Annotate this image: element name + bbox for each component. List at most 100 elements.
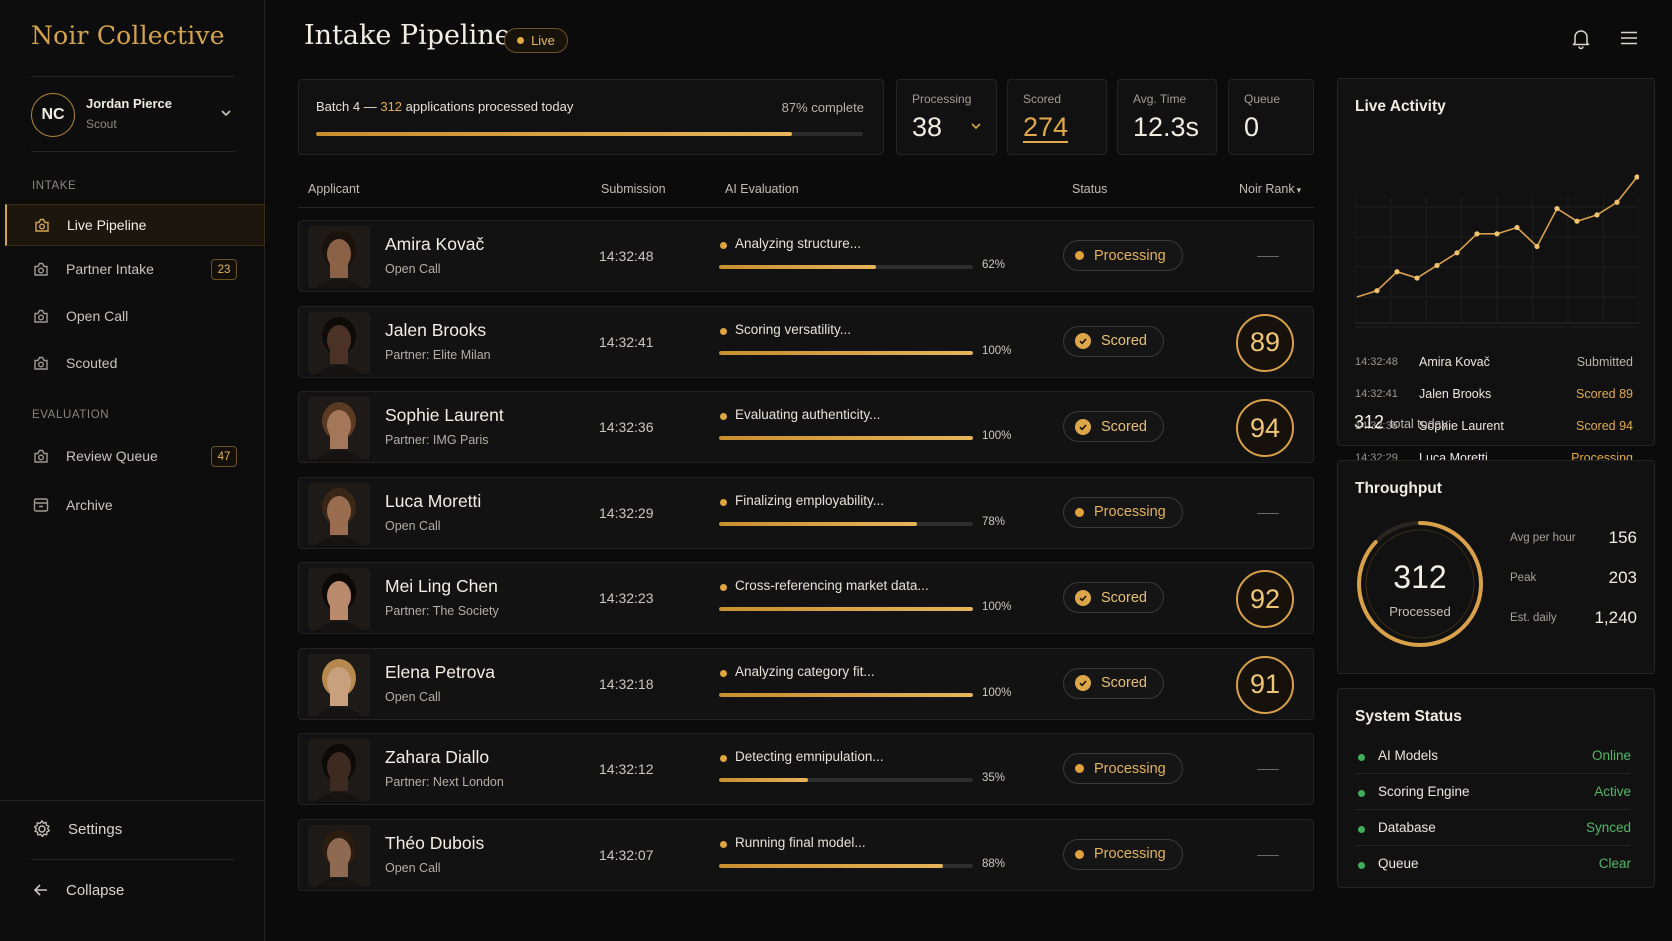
column-header-submission[interactable]: Submission — [601, 182, 666, 196]
batch-progress-fill — [316, 132, 792, 136]
activity-item[interactable]: 14:32:41 Jalen Brooks Scored 89 — [1355, 386, 1633, 406]
applicant-name: Jalen Brooks — [385, 319, 487, 340]
applicant-photo — [308, 482, 370, 545]
system-item-name: Scoring Engine — [1378, 784, 1470, 799]
table-row[interactable]: Zahara Diallo Partner: Next London 14:32:1… — [298, 733, 1314, 805]
status-badge: Scored — [1063, 411, 1164, 442]
divider — [31, 151, 235, 152]
column-header-noir-rank[interactable]: Noir Rank ▾ — [1239, 182, 1301, 196]
divider — [31, 76, 235, 77]
table-row[interactable]: Jalen Brooks Partner: Elite Milan 14:32:41… — [298, 305, 1314, 378]
settings-button[interactable]: Settings — [32, 812, 122, 846]
activity-item[interactable]: 14:32:36 Sophie Laurent Scored 94 — [1355, 418, 1633, 438]
status-badge: Processing — [1063, 496, 1183, 528]
eval-progress-fill — [719, 863, 943, 868]
status-dot-icon — [1358, 862, 1365, 869]
sidebar-item-partner-intake[interactable]: Partner Intake 23 — [5, 248, 265, 290]
throughput-stat-label: Avg per hour — [1510, 532, 1576, 544]
collapse-label: Collapse — [66, 881, 125, 899]
eval-percent: 100% — [982, 686, 1012, 699]
applicant-photo — [308, 397, 370, 459]
count-badge: 23 — [211, 259, 237, 280]
collapse-button[interactable]: Collapse — [32, 873, 124, 907]
stat-value: 12.3s — [1133, 112, 1200, 142]
sidebar-item-label: Live Pipeline — [67, 217, 147, 233]
menu-icon[interactable] — [1617, 26, 1641, 50]
eval-progress-fill — [719, 521, 918, 526]
sidebar-item-live-pipeline[interactable]: Live Pipeline — [5, 204, 265, 246]
noir-rank-score: 94 — [1236, 399, 1294, 457]
sparkline-point — [1454, 250, 1460, 256]
table-row[interactable]: Mei Ling Chen Partner: The Society 14:32:2… — [298, 562, 1314, 634]
table-row[interactable]: Théo Dubois Open Call 14:32:07 Running fina… — [298, 818, 1314, 891]
sidebar-item-archive[interactable]: Archive — [5, 484, 265, 526]
processing-dot-icon — [1075, 849, 1084, 859]
sidebar-item-label: Archive — [66, 497, 113, 513]
panel-title: Live Activity — [1355, 98, 1446, 115]
stat-scored[interactable]: Scored 274 — [1007, 79, 1107, 155]
chevron-down-icon — [971, 123, 981, 130]
table-row[interactable]: Luca Moretti Open Call 14:32:29 Finalizing … — [298, 476, 1314, 549]
table-row[interactable]: Sophie Laurent Partner: IMG Paris 14:32:36… — [298, 391, 1314, 463]
sidebar-item-open-call[interactable]: Open Call — [5, 295, 265, 337]
eval-percent: 100% — [982, 430, 1012, 442]
status-label: Scored — [1101, 418, 1147, 435]
throughput-stat-label: Peak — [1510, 572, 1537, 584]
stat-value: 274 — [1023, 112, 1069, 142]
column-header-ai-evaluation[interactable]: AI Evaluation — [725, 182, 799, 196]
status-label: Processing — [1094, 504, 1166, 520]
page-title: Intake Pipeline — [304, 20, 511, 51]
eval-progress-fill — [719, 265, 877, 269]
user-switcher[interactable]: NC Jordan Pierce Scout — [31, 92, 237, 138]
sidebar: Noir Collective NC Jordan Pierce Scout I… — [0, 0, 265, 941]
divider — [1355, 773, 1631, 774]
eval-status-text: Detecting emnipulation... — [735, 749, 884, 764]
eval-percent: 62% — [982, 259, 1006, 271]
eval-progress-fill — [719, 436, 973, 440]
panel-title: System Status — [1355, 708, 1462, 725]
batch-count: 312 — [380, 99, 403, 114]
activity-time: 14:32:36 — [1355, 420, 1398, 432]
applicant-photo — [308, 311, 370, 374]
activity-time: 14:32:48 — [1355, 356, 1398, 368]
applicant-photo — [308, 824, 370, 887]
noir-rank-empty — [1257, 512, 1279, 514]
activity-sparkline — [1355, 174, 1639, 328]
live-label: Live — [531, 33, 555, 48]
sparkline-point — [1534, 243, 1540, 250]
applicant-photo — [308, 739, 370, 801]
applicant-name: Zahara Diallo — [385, 747, 490, 767]
stat-processing[interactable]: Processing 38 — [896, 79, 997, 155]
eval-dot-icon — [720, 840, 727, 848]
section-label-evaluation: EVALUATION — [32, 409, 110, 421]
table-row[interactable]: Elena Petrova Open Call 14:32:18 Analyzing … — [298, 647, 1314, 720]
status-badge: Scored — [1063, 667, 1164, 699]
column-header-applicant[interactable]: Applicant — [308, 182, 359, 196]
column-header-status[interactable]: Status — [1072, 182, 1107, 196]
submission-time: 14:32:18 — [599, 675, 654, 692]
eval-dot-icon — [720, 413, 727, 420]
avatar: NC — [31, 93, 75, 137]
batch-label: Batch 4 — [316, 99, 361, 114]
status-label: Scored — [1101, 675, 1147, 691]
batch-progress-card: Batch 4 — 312 applications processed tod… — [298, 79, 884, 155]
status-badge: Scored — [1063, 582, 1164, 613]
status-badge: Processing — [1063, 240, 1183, 271]
submission-time: 14:32:07 — [599, 846, 654, 863]
sparkline-point — [1594, 212, 1600, 218]
status-label: Processing — [1094, 846, 1166, 862]
activity-item[interactable]: 14:32:48 Amira Kovač Submitted — [1355, 354, 1633, 374]
bell-icon[interactable] — [1569, 26, 1593, 50]
applicant-source: Open Call — [385, 518, 441, 533]
eval-status-text: Analyzing structure... — [735, 236, 862, 251]
eval-dot-icon — [720, 327, 727, 335]
sidebar-item-review-queue[interactable]: Review Queue 47 — [5, 435, 265, 477]
eval-progress-bar — [719, 863, 973, 868]
table-row[interactable]: Amira Kovač Open Call 14:32:48 Analyzing st… — [298, 220, 1314, 292]
status-badge: Processing — [1063, 838, 1183, 870]
settings-label: Settings — [68, 820, 123, 838]
camera-icon — [35, 218, 49, 232]
eval-dot-icon — [720, 242, 727, 249]
submission-time: 14:32:41 — [599, 333, 654, 350]
sidebar-item-scouted[interactable]: Scouted — [5, 342, 265, 384]
